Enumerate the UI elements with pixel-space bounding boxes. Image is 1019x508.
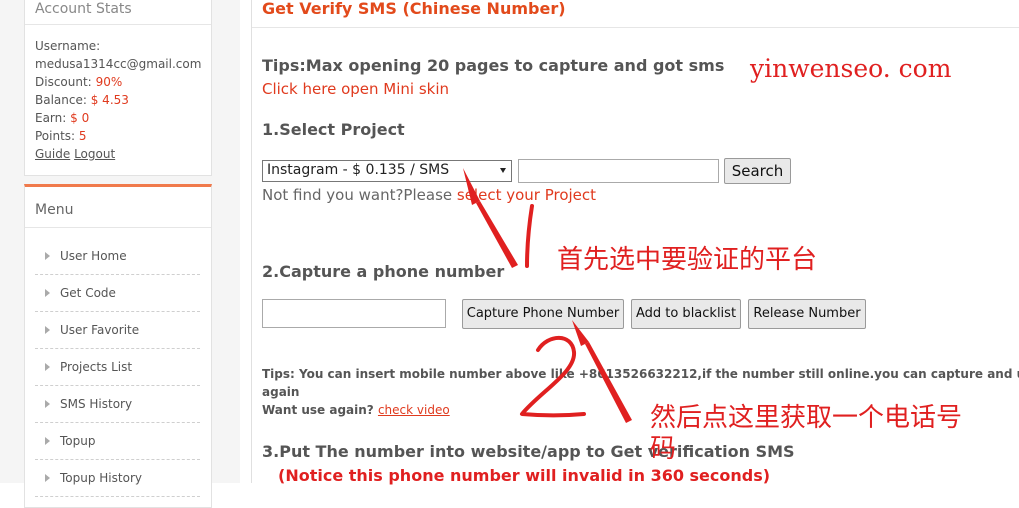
page-title: Get Verify SMS (Chinese Number): [262, 0, 566, 18]
capture-tips-line1: Tips: You can insert mobile number above…: [262, 367, 1019, 381]
discount-row: Discount: 90%: [35, 75, 122, 89]
menu-item-user-favorite[interactable]: User Favorite: [35, 312, 200, 349]
capture-phone-number-button[interactable]: Capture Phone Number: [462, 299, 624, 329]
menu-item-topup[interactable]: Topup: [35, 423, 200, 460]
sidebar: Account Stats Username: medusa1314cc@gma…: [0, 0, 240, 508]
expiry-notice: (Notice this phone number will invalid i…: [278, 466, 771, 485]
points-value: 5: [78, 129, 87, 143]
balance-row: Balance: $ 4.53: [35, 93, 129, 107]
caret-right-icon: [45, 363, 50, 371]
menu-title: Menu: [35, 202, 74, 218]
capture-tips-line2: again: [262, 385, 300, 399]
caret-right-icon: [45, 252, 50, 260]
project-select[interactable]: Instagram - $ 0.135 / SMS: [262, 160, 512, 182]
menu-item-label: Projects List: [60, 360, 133, 374]
menu-item-sms-history[interactable]: SMS History: [35, 386, 200, 423]
not-find-text: Not find you want?Please select your Pro…: [262, 186, 596, 204]
discount-value: 90%: [95, 75, 123, 89]
mini-skin-link[interactable]: Click here open Mini skin: [262, 80, 449, 98]
step3-heading: 3.Put The number into website/app to Get…: [262, 442, 795, 461]
menu-item-label: User Favorite: [60, 323, 140, 337]
step2-heading: 2.Capture a phone number: [262, 262, 505, 281]
add-to-blacklist-button[interactable]: Add to blacklist: [631, 299, 741, 329]
project-search-input[interactable]: [518, 159, 719, 183]
annotation-note-2-line2: 码: [650, 434, 677, 464]
points-label: Points:: [35, 129, 76, 143]
annotation-note-1: 首先选中要验证的平台: [557, 245, 818, 275]
username-label: Username:: [35, 39, 101, 53]
guide-link[interactable]: Guide: [35, 147, 70, 161]
caret-right-icon: [45, 437, 50, 445]
project-select-value: Instagram - $ 0.135 / SMS: [267, 162, 450, 178]
search-button[interactable]: Search: [724, 158, 791, 184]
logout-link[interactable]: Logout: [74, 147, 115, 161]
username-value: medusa1314cc@gmail.com: [35, 57, 202, 71]
caret-right-icon: [45, 326, 50, 334]
menu-item-label: Topup: [60, 434, 96, 448]
menu-item-topup-history[interactable]: Topup History: [35, 460, 200, 497]
not-find-prefix: Not find you want?Please: [262, 186, 457, 204]
menu-panel: Menu User Home Get Code User Favorite Pr…: [24, 184, 212, 508]
want-use-again-label: Want use again?: [262, 403, 378, 417]
balance-value: $ 4.53: [90, 93, 129, 107]
menu-item-label: Get Code: [60, 286, 116, 300]
caret-right-icon: [45, 400, 50, 408]
earn-value: $ 0: [70, 111, 90, 125]
earn-row: Earn: $ 0: [35, 111, 89, 125]
caret-right-icon: [45, 474, 50, 482]
points-row: Points: 5: [35, 129, 87, 143]
select-project-link[interactable]: select your Project: [457, 186, 596, 204]
guide-logout-row: Guide Logout: [35, 147, 115, 161]
divider: [252, 27, 1019, 28]
account-stats-panel: Account Stats Username: medusa1314cc@gma…: [24, 0, 212, 176]
step1-heading: 1.Select Project: [262, 120, 405, 139]
want-use-again-row: Want use again? check video: [262, 403, 450, 417]
caret-right-icon: [45, 289, 50, 297]
tips-heading: Tips:Max opening 20 pages to capture and…: [262, 56, 725, 75]
menu-item-user-home[interactable]: User Home: [35, 238, 200, 275]
menu-item-label: User Home: [60, 249, 127, 263]
release-number-button[interactable]: Release Number: [748, 299, 866, 329]
account-stats-title: Account Stats: [35, 1, 132, 17]
watermark-text: yinwenseo. com: [750, 54, 952, 83]
menu-item-projects-list[interactable]: Projects List: [35, 349, 200, 386]
dropdown-arrow-icon: [500, 168, 506, 173]
phone-number-input[interactable]: [262, 299, 446, 328]
menu-item-label: SMS History: [60, 397, 133, 411]
discount-label: Discount:: [35, 75, 92, 89]
menu-item-get-code[interactable]: Get Code: [35, 275, 200, 312]
divider: [25, 24, 211, 25]
balance-label: Balance:: [35, 93, 87, 107]
annotation-note-2-line1: 然后点这里获取一个电话号: [650, 403, 963, 433]
earn-label: Earn:: [35, 111, 67, 125]
check-video-link[interactable]: check video: [378, 403, 450, 417]
divider: [25, 227, 211, 228]
